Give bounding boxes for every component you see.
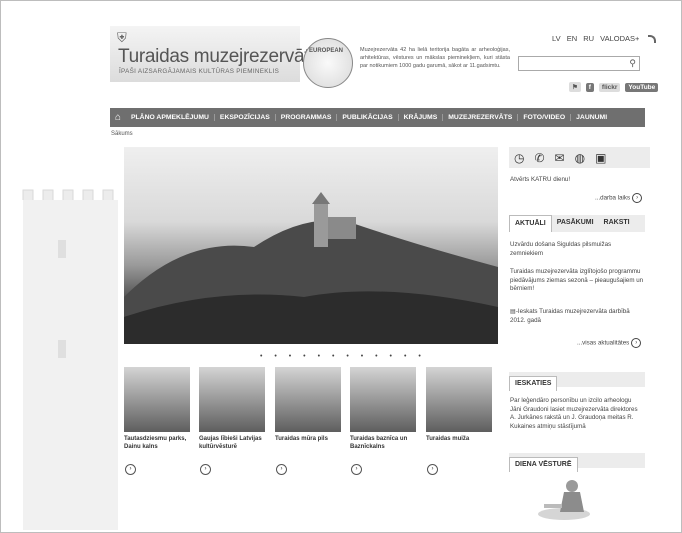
lang-en[interactable]: EN <box>567 34 577 43</box>
contact-icons-row: ◷ ✆ ✉ ◍ ▣ <box>509 147 650 168</box>
tumblr-icon[interactable]: ⚑ <box>569 82 581 92</box>
arrow-right-icon[interactable]: › <box>351 464 362 475</box>
nav-photo-video[interactable]: FOTO/VIDEO <box>518 114 572 121</box>
nav-plan-visit[interactable]: PLĀNO APMEKLĒJUMU <box>126 114 215 121</box>
lang-lv[interactable]: LV <box>552 34 561 43</box>
breadcrumb[interactable]: Sākums <box>111 131 133 137</box>
ieskaties-text[interactable]: Par leģendāro personību un izcilo arheol… <box>510 397 644 431</box>
lang-ru[interactable]: RU <box>583 34 594 43</box>
tile-label-castle[interactable]: Turaidas mūra pils <box>275 436 343 444</box>
globe-icon[interactable]: ◍ <box>575 151 585 165</box>
tile-image-manor[interactable] <box>426 367 492 432</box>
tile-label-livonians[interactable]: Gaujas lībieši Latvijas kultūrvēsturē <box>199 436 267 451</box>
site-logo[interactable]: ⛨ Turaidas muzejrezervāts ĪPAŠI AIZSARGĀ… <box>110 26 319 82</box>
opening-hours-label[interactable]: ...darba laiks <box>595 195 630 202</box>
tab-aktuali[interactable]: AKTUĀLI <box>509 215 552 232</box>
tile-label-church[interactable]: Turaidas baznīca un Baznīckalns <box>350 436 418 451</box>
history-header: DIENA VĒSTURĒ <box>509 453 645 472</box>
nav-collection[interactable]: KRĀJUMS <box>399 114 444 121</box>
clock-icon[interactable]: ◷ <box>514 151 524 165</box>
open-every-day-text: Atvērts KATRU dienu! <box>510 176 571 183</box>
rss-icon[interactable] <box>647 35 656 44</box>
opening-hours-link[interactable]: ...darba laiks › <box>595 193 643 203</box>
arrow-right-icon[interactable]: › <box>632 193 643 203</box>
nav-exhibitions[interactable]: EKSPOZĪCIJAS <box>215 114 276 121</box>
historian-illustration <box>538 480 590 520</box>
arrow-right-icon[interactable]: › <box>125 464 136 475</box>
youtube-icon[interactable]: YouTube <box>625 83 659 92</box>
tab-raksti[interactable]: RAKSTI <box>599 215 635 232</box>
site-subtitle: ĪPAŠI AIZSARGĀJAMAIS KULTŪRAS PIEMINEKLI… <box>119 68 280 75</box>
tile-image-church[interactable] <box>350 367 416 432</box>
tile-label-folksong-park[interactable]: Tautasdziesmu parks, Dainu kalns <box>124 436 192 451</box>
news-item[interactable]: ▤-Ieskats Turaidas muzejrezervāta darbīb… <box>510 308 644 325</box>
castle-tower-illustration <box>22 189 118 530</box>
all-news-label[interactable]: ...visas aktualitātes <box>577 340 629 347</box>
social-links: ⚑ f flickr YouTube <box>566 82 659 92</box>
site-title: Turaidas muzejrezervāts <box>118 46 319 67</box>
search-box: ⚲ <box>518 56 640 74</box>
tile-image-livonians[interactable] <box>199 367 265 432</box>
tile-image-castle[interactable] <box>275 367 341 432</box>
seal-text: EUROPEAN <box>309 48 344 54</box>
tile-image-folksong-park[interactable] <box>124 367 190 432</box>
european-heritage-seal: EUROPEAN <box>303 38 353 88</box>
news-tabs: AKTUĀLI PASĀKUMI RAKSTI <box>509 215 645 232</box>
nav-news[interactable]: JAUNUMI <box>571 114 612 121</box>
news-item[interactable]: Turaidas muzejrezervāta izglītojošo prog… <box>510 268 644 294</box>
nav-publications[interactable]: PUBLIKĀCIJAS <box>337 114 399 121</box>
intro-text: Muzejrezervāta 42 ha lielā teritorija ba… <box>360 47 510 69</box>
language-switcher: LV EN RU VALODAS+ <box>552 34 660 44</box>
search-input[interactable] <box>519 63 625 74</box>
arrow-right-icon[interactable]: › <box>631 338 642 348</box>
home-icon[interactable]: ⌂ <box>110 112 126 123</box>
main-nav: ⌂ PLĀNO APMEKLĒJUMU EKSPOZĪCIJAS PROGRAM… <box>110 108 645 127</box>
slider-dots[interactable]: • • • • • • • • • • • • <box>260 353 426 360</box>
nav-museum-reserve[interactable]: MUZEJREZERVĀTS <box>443 114 519 121</box>
mail-icon[interactable]: ✉ <box>555 151 565 165</box>
crest-icon: ⛨ <box>117 30 127 45</box>
ieskaties-title: IESKATIES <box>509 376 558 391</box>
bus-icon[interactable]: ▣ <box>595 151 606 165</box>
castle-landscape-photo <box>124 192 498 344</box>
facebook-icon[interactable]: f <box>585 83 594 92</box>
tile-label-manor[interactable]: Turaidas muiža <box>426 436 494 444</box>
all-news-link[interactable]: ...visas aktualitātes › <box>577 338 642 348</box>
hero-slider-image[interactable] <box>124 147 498 344</box>
lang-more[interactable]: VALODAS+ <box>600 34 639 43</box>
tab-pasakumi[interactable]: PASĀKUMI <box>552 215 599 232</box>
news-item[interactable]: Uzvārdu došana Siguldas pilsmuižas zemni… <box>510 241 644 258</box>
flickr-icon[interactable]: flickr <box>598 83 621 92</box>
news-item-text[interactable]: -Ieskats Turaidas muzejrezervāta darbībā… <box>510 308 630 324</box>
arrow-right-icon[interactable]: › <box>276 464 287 475</box>
history-title: DIENA VĒSTURĒ <box>509 457 578 472</box>
ieskaties-header: IESKATIES <box>509 372 645 391</box>
arrow-right-icon[interactable]: › <box>200 464 211 475</box>
search-icon[interactable]: ⚲ <box>629 58 636 69</box>
arrow-right-icon[interactable]: › <box>427 464 438 475</box>
nav-programs[interactable]: PROGRAMMAS <box>276 114 338 121</box>
phone-icon[interactable]: ✆ <box>534 151 544 165</box>
